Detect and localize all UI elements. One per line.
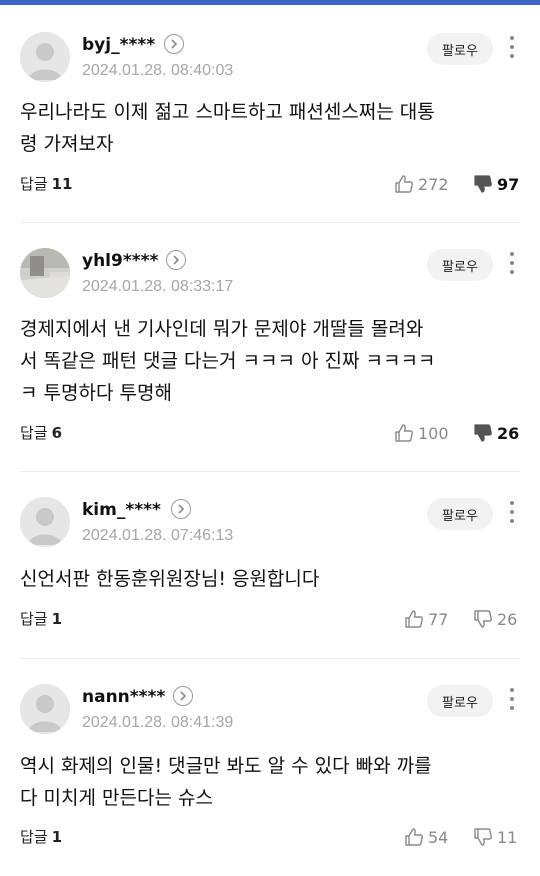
comment-text: 우리나라도 이제 젊고 스마트하고 패션센스쩌는 대통 령 가져보자: [20, 96, 510, 160]
comment-divider: [20, 222, 520, 223]
comment-item: byj_**** 2024.01.28. 08:40:03 팔로우 우리나라도 …: [0, 32, 540, 202]
reply-button[interactable]: 답글 11: [20, 172, 72, 196]
comment-item: kim_**** 2024.01.28. 07:46:13 팔로우 신언서판 한…: [0, 497, 540, 637]
dislike-button[interactable]: 26: [473, 607, 517, 631]
reply-button[interactable]: 답글 1: [20, 607, 62, 631]
comment-footer: 답글 1 77 26: [20, 607, 520, 631]
dislike-count: 97: [497, 174, 520, 194]
thumbs-down-icon: [474, 175, 492, 193]
dislike-button[interactable]: 97: [473, 172, 519, 196]
reply-button[interactable]: 답글 1: [20, 825, 62, 849]
follow-button[interactable]: 팔로우: [427, 33, 493, 65]
thumbs-down-icon: [474, 828, 492, 846]
photo-avatar[interactable]: [20, 248, 70, 298]
like-count: 100: [418, 423, 449, 443]
thumbs-down-icon: [474, 610, 492, 628]
thumbs-up-icon: [405, 610, 423, 628]
reply-count: 6: [51, 424, 63, 442]
like-button[interactable]: 54: [404, 825, 448, 849]
comment-date: 2024.01.28. 08:41:39: [82, 714, 234, 731]
comment-item: yhl9**** 2024.01.28. 08:33:17 팔로우 경제지에서 …: [0, 248, 540, 448]
follow-button[interactable]: 팔로우: [427, 249, 493, 281]
comment-text-line: 경제지에서 낸 기사인데 뭐가 문제야 개딸들 몰려와: [20, 318, 424, 340]
comment-nickname[interactable]: kim_****: [82, 500, 161, 520]
comment-text: 경제지에서 낸 기사인데 뭐가 문제야 개딸들 몰려와 서 똑같은 패턴 댓글 …: [20, 313, 510, 409]
comment-date: 2024.01.28. 08:33:17: [82, 278, 234, 295]
chevron-right-icon[interactable]: [164, 34, 184, 54]
chevron-right-icon[interactable]: [173, 686, 193, 706]
reply-label: 답글: [20, 610, 48, 628]
comment-nickname[interactable]: byj_****: [82, 35, 155, 55]
comment-nickname[interactable]: nann****: [82, 687, 165, 707]
more-options-icon[interactable]: [504, 250, 520, 276]
comment-footer: 답글 1 54 11: [20, 825, 520, 849]
dislike-count: 26: [497, 609, 518, 629]
reply-count: 11: [51, 175, 73, 193]
more-options-icon[interactable]: [504, 34, 520, 60]
default-avatar-icon[interactable]: [20, 32, 70, 82]
comment-text-line: ㅋ 투명하다 투명해: [20, 382, 172, 404]
default-avatar-icon[interactable]: [20, 497, 70, 547]
follow-button[interactable]: 팔로우: [427, 685, 493, 717]
reply-button[interactable]: 답글 6: [20, 421, 62, 445]
comment-date: 2024.01.28. 07:46:13: [82, 527, 234, 544]
reply-label: 답글: [20, 424, 48, 442]
dislike-button[interactable]: 11: [473, 825, 517, 849]
thumbs-down-icon: [474, 424, 492, 442]
like-button[interactable]: 272: [394, 172, 449, 196]
default-avatar-icon[interactable]: [20, 684, 70, 734]
reply-label: 답글: [20, 175, 48, 193]
dislike-count: 26: [497, 423, 520, 443]
follow-button[interactable]: 팔로우: [427, 498, 493, 530]
chevron-right-icon[interactable]: [166, 250, 186, 270]
dislike-count: 11: [497, 827, 518, 847]
like-button[interactable]: 100: [394, 421, 449, 445]
like-button[interactable]: 77: [404, 607, 448, 631]
comment-text: 역시 화제의 인물! 댓글만 봐도 알 수 있다 빠와 까를 다 미치게 만든다…: [20, 750, 510, 814]
comment-text-line: 령 가져보자: [20, 133, 114, 155]
reply-count: 1: [51, 610, 63, 628]
comment-date: 2024.01.28. 08:40:03: [82, 62, 234, 79]
like-count: 54: [428, 827, 449, 847]
thumbs-up-icon: [395, 424, 413, 442]
comment-divider: [20, 471, 520, 472]
more-options-icon[interactable]: [504, 686, 520, 712]
comment-text-line: 서 똑같은 패턴 댓글 다는거 ㅋㅋㅋ 아 진짜 ㅋㅋㅋㅋ: [20, 350, 436, 372]
more-options-icon[interactable]: [504, 499, 520, 525]
comment-nickname[interactable]: yhl9****: [82, 251, 158, 271]
like-count: 272: [418, 174, 449, 194]
comment-footer: 답글 11 272 97: [20, 172, 520, 196]
thumbs-up-icon: [395, 175, 413, 193]
comment-text: 신언서판 한동훈위원장님! 응원합니다: [20, 563, 510, 595]
dislike-button[interactable]: 26: [473, 421, 519, 445]
comment-divider: [20, 658, 520, 659]
reply-count: 1: [51, 828, 63, 846]
chevron-right-icon[interactable]: [171, 499, 191, 519]
comment-item: nann**** 2024.01.28. 08:41:39 팔로우 역시 화제의…: [0, 684, 540, 854]
thumbs-up-icon: [405, 828, 423, 846]
comment-text-line: 신언서판 한동훈위원장님! 응원합니다: [20, 568, 320, 590]
top-accent-bar: [0, 0, 540, 5]
comment-text-line: 다 미치게 만든다는 슈스: [20, 787, 213, 809]
comment-footer: 답글 6 100 26: [20, 421, 520, 445]
comment-text-line: 역시 화제의 인물! 댓글만 봐도 알 수 있다 빠와 까를: [20, 755, 432, 777]
like-count: 77: [428, 609, 449, 629]
reply-label: 답글: [20, 828, 48, 846]
comment-text-line: 우리나라도 이제 젊고 스마트하고 패션센스쩌는 대통: [20, 101, 435, 123]
